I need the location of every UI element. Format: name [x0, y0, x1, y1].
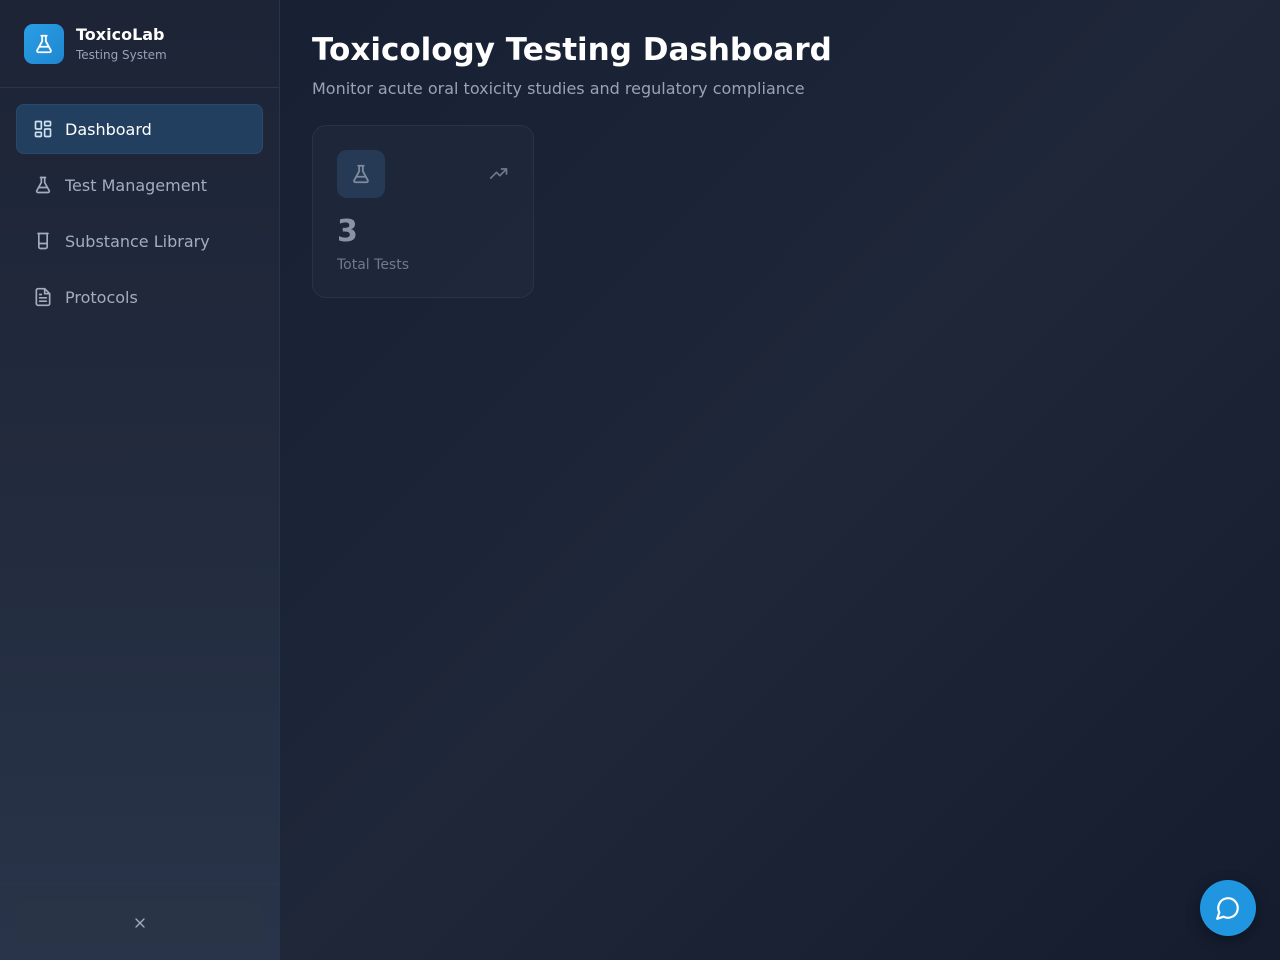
- stat-value: 3: [337, 214, 358, 249]
- close-sidebar-button[interactable]: [16, 902, 263, 944]
- main-content: Toxicology Testing Dashboard Monitor acu…: [312, 0, 832, 298]
- sidebar-item-label: Protocols: [65, 287, 138, 307]
- stat-icon-container: [337, 150, 385, 198]
- chat-bubble-icon: [1215, 895, 1241, 921]
- stat-label: Total Tests: [337, 257, 410, 273]
- document-icon: [33, 287, 53, 307]
- dashboard-grid-icon: [33, 119, 53, 139]
- page-subtitle: Monitor acute oral toxicity studies and …: [312, 79, 805, 98]
- flask-icon: [33, 33, 55, 55]
- stat-card-total-tests[interactable]: 3 Total Tests: [312, 125, 534, 298]
- close-icon: [132, 915, 148, 931]
- sidebar-footer: [0, 883, 279, 960]
- brand-logo[interactable]: [24, 23, 64, 64]
- brand-header: ToxicoLab Testing System: [0, 0, 279, 88]
- sidebar-item-dashboard[interactable]: Dashboard: [16, 104, 263, 154]
- brand-name: ToxicoLab: [76, 24, 165, 44]
- sidebar-item-label: Test Management: [65, 175, 207, 195]
- sidebar-nav: Dashboard Test Management Substance Libr…: [0, 88, 279, 322]
- sidebar-item-protocols[interactable]: Protocols: [16, 272, 263, 322]
- page-title: Toxicology Testing Dashboard: [312, 32, 832, 68]
- sidebar-item-test-management[interactable]: Test Management: [16, 160, 263, 210]
- trending-up-icon: [489, 166, 509, 182]
- chat-button[interactable]: [1200, 880, 1256, 936]
- sidebar-item-label: Dashboard: [65, 119, 152, 139]
- flask-icon: [350, 163, 372, 185]
- sidebar: ToxicoLab Testing System Dashboard Test …: [0, 0, 280, 960]
- beaker-icon: [33, 231, 53, 251]
- sidebar-item-label: Substance Library: [65, 231, 210, 251]
- flask-icon: [33, 175, 53, 195]
- sidebar-item-substance-library[interactable]: Substance Library: [16, 216, 263, 266]
- brand-subtitle: Testing System: [76, 47, 167, 62]
